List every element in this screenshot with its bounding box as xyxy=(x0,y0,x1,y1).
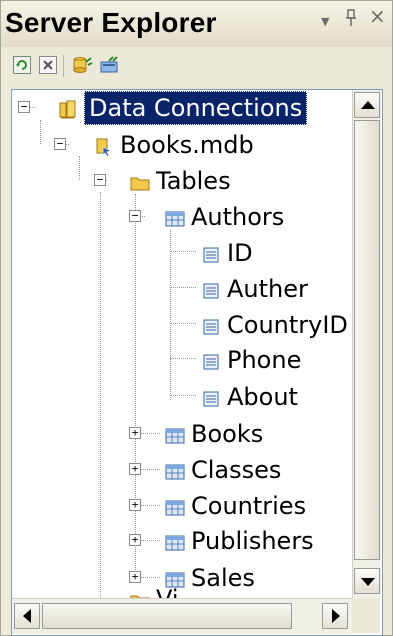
tree-view: − Data Connections − Books.mdb − Tables … xyxy=(12,90,352,598)
table-icon xyxy=(165,460,185,480)
folder-icon xyxy=(130,171,150,191)
tree-line xyxy=(140,540,160,541)
tree-node-label: ID xyxy=(227,239,253,267)
tree-node-table-classes[interactable]: Classes xyxy=(165,453,281,487)
tree-node-table-books[interactable]: Books xyxy=(165,417,263,451)
auto-hide-pin-icon[interactable] xyxy=(345,9,357,31)
tree-node-label: Authors xyxy=(191,203,285,231)
tree-line xyxy=(140,469,160,470)
tree-node-label: Books.mdb xyxy=(120,131,254,159)
tree-view-container: − Data Connections − Books.mdb − Tables … xyxy=(11,89,383,636)
tree-node-column[interactable]: About xyxy=(201,380,298,414)
table-icon xyxy=(165,424,185,444)
tree-line xyxy=(170,230,171,400)
collapse-authors-button[interactable]: − xyxy=(129,210,141,222)
tree-line xyxy=(170,323,196,324)
tree-node-label: Books xyxy=(191,420,264,448)
collapse-tables-button[interactable]: − xyxy=(94,174,106,186)
tree-node-label: Countries xyxy=(191,492,307,520)
tree-line xyxy=(140,577,160,578)
tree-node-table-countries[interactable]: Countries xyxy=(165,489,306,523)
scrollbar-corner xyxy=(352,598,380,633)
tree-node-views-partial[interactable]: Vi xyxy=(130,582,179,598)
tree-node-column[interactable]: ID xyxy=(201,236,253,270)
stop-refresh-icon[interactable] xyxy=(39,56,57,74)
connect-to-database-icon[interactable] xyxy=(71,56,93,74)
tree-line xyxy=(140,505,160,506)
scroll-left-button[interactable] xyxy=(14,603,40,629)
column-icon xyxy=(201,350,221,370)
scroll-up-button[interactable] xyxy=(354,92,380,118)
tree-node-authors[interactable]: Authors xyxy=(165,200,284,234)
close-icon[interactable]: × xyxy=(369,4,386,28)
folder-icon xyxy=(130,589,150,598)
column-icon xyxy=(201,387,221,407)
tree-node-column[interactable]: Phone xyxy=(201,343,301,377)
tree-line xyxy=(100,192,101,598)
tree-line xyxy=(79,156,80,180)
table-icon xyxy=(165,496,185,516)
toolbar-separator xyxy=(63,55,64,77)
tree-node-label: Tables xyxy=(156,167,231,195)
toolbar xyxy=(1,47,392,85)
tree-node-data-connections[interactable]: Data Connections xyxy=(58,91,308,125)
tree-node-label: Vi xyxy=(156,585,179,598)
refresh-icon[interactable] xyxy=(13,56,31,74)
expand-table-button[interactable]: + xyxy=(129,427,141,439)
scroll-down-button[interactable] xyxy=(354,568,380,594)
arrow-right-icon xyxy=(332,609,340,623)
tree-line xyxy=(40,120,41,144)
tree-node-label: Data Connections xyxy=(84,91,308,125)
data-connections-icon xyxy=(58,98,78,119)
tree-node-books-mdb[interactable]: Books.mdb xyxy=(94,128,254,162)
tree-node-label: Sales xyxy=(191,564,255,592)
table-icon xyxy=(165,531,185,551)
vertical-scroll-thumb[interactable] xyxy=(354,120,380,560)
tree-node-label: CountryID xyxy=(227,311,348,339)
tree-line xyxy=(170,358,196,359)
tree-line xyxy=(140,433,160,434)
server-explorer-panel: Server Explorer ▼ × − Data Connections −… xyxy=(0,0,393,636)
tree-line xyxy=(170,251,196,252)
tree-line xyxy=(170,287,196,288)
tree-node-label: About xyxy=(227,383,298,411)
vertical-scrollbar[interactable] xyxy=(352,90,381,598)
tree-node-label: Auther xyxy=(227,275,308,303)
arrow-down-icon xyxy=(361,578,375,586)
tree-line xyxy=(170,395,196,396)
tree-node-label: Publishers xyxy=(191,527,314,555)
column-icon xyxy=(201,315,221,335)
column-icon xyxy=(201,243,221,263)
tree-node-tables[interactable]: Tables xyxy=(130,164,231,198)
horizontal-scroll-thumb[interactable] xyxy=(42,603,292,629)
tree-line xyxy=(135,194,136,580)
window-position-dropdown-icon[interactable]: ▼ xyxy=(321,15,329,28)
table-icon xyxy=(165,207,185,227)
database-icon xyxy=(94,135,114,157)
expand-table-button[interactable]: + xyxy=(129,534,141,546)
panel-titlebar[interactable]: Server Explorer ▼ × xyxy=(1,1,392,48)
collapse-data-connections-button[interactable]: − xyxy=(18,101,30,113)
scroll-right-button[interactable] xyxy=(322,603,348,629)
connect-to-server-icon[interactable] xyxy=(99,56,121,74)
tree-node-label: Phone xyxy=(227,346,302,374)
tree-node-column[interactable]: Auther xyxy=(201,272,308,306)
column-icon xyxy=(201,279,221,299)
arrow-left-icon xyxy=(23,609,31,623)
expand-table-button[interactable]: + xyxy=(129,463,141,475)
tree-node-column[interactable]: CountryID xyxy=(201,308,348,342)
tree-node-table-publishers[interactable]: Publishers xyxy=(165,524,314,558)
tree-node-label: Classes xyxy=(191,456,282,484)
expand-table-button[interactable]: + xyxy=(129,499,141,511)
horizontal-scrollbar[interactable] xyxy=(12,598,352,634)
collapse-books-mdb-button[interactable]: − xyxy=(54,138,66,150)
panel-title: Server Explorer xyxy=(5,7,217,38)
arrow-up-icon xyxy=(361,101,375,109)
